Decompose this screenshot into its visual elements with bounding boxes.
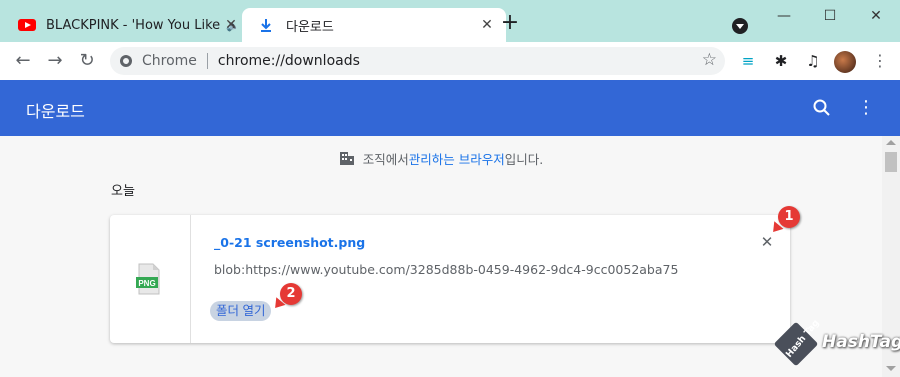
tab-downloads[interactable]: 다운로드 ✕ [242, 8, 506, 42]
chrome-chip: Chrome [142, 53, 197, 69]
site-info-icon[interactable] [120, 55, 132, 67]
chrome-menu-button[interactable]: ⋮ [870, 51, 890, 71]
tab-search-icon[interactable] [732, 18, 748, 34]
png-file-icon: PNG [136, 263, 160, 295]
close-window-button[interactable]: ✕ [862, 6, 890, 26]
download-icon [261, 19, 271, 32]
forward-button[interactable]: → [44, 50, 66, 72]
tab-youtube[interactable]: BLACKPINK - 'How You Like 🔈 ✕ [10, 8, 250, 42]
building-icon [339, 152, 354, 165]
reload-button[interactable]: ↻ [76, 50, 98, 72]
file-icon-area: PNG [110, 215, 191, 343]
managed-notice: 조직에서 관리하는 브라우저 입니다. [0, 148, 882, 168]
back-button[interactable]: ← [12, 50, 34, 72]
downloads-header: 다운로드 ⋮ [0, 80, 900, 136]
filter-icon[interactable]: ≡ [738, 51, 758, 71]
minimize-button[interactable]: — [770, 6, 798, 26]
download-item: PNG _0-21 screenshot.png blob:https://ww… [110, 215, 790, 343]
managed-link[interactable]: 관리하는 브라우저 [409, 149, 505, 168]
file-type-label: PNG [138, 279, 155, 288]
callout-badge-1: 1 [778, 206, 800, 228]
youtube-icon [18, 19, 36, 31]
scroll-up-arrow[interactable] [886, 140, 896, 145]
managed-suffix: 입니다. [504, 151, 544, 167]
file-source-url[interactable]: blob:https://www.youtube.com/3285d88b-04… [214, 262, 678, 277]
toolbar: ← → ↻ Chrome chrome://downloads ☆ ≡ ✱ ♫ … [0, 42, 900, 80]
date-group-label: 오늘 [111, 184, 135, 199]
watermark-text: HashTag [822, 332, 900, 352]
new-tab-button[interactable]: + [498, 12, 522, 36]
open-folder-button[interactable]: 폴더 열기 [210, 301, 272, 321]
url-text[interactable]: chrome://downloads [218, 53, 360, 69]
puzzle-icon[interactable]: ✱ [771, 51, 791, 71]
tab-close-button[interactable]: ✕ [478, 16, 496, 34]
avatar[interactable] [834, 51, 856, 73]
media-icon[interactable]: ♫ [803, 51, 823, 71]
managed-prefix: 조직에서 [362, 151, 409, 167]
scroll-thumb[interactable] [885, 152, 897, 172]
tab-close-button[interactable]: ✕ [222, 16, 240, 34]
more-menu-button[interactable]: ⋮ [856, 96, 876, 120]
remove-download-button[interactable]: ✕ [760, 235, 774, 250]
search-icon[interactable] [810, 96, 834, 120]
bookmark-star-icon[interactable]: ☆ [702, 50, 717, 70]
address-bar[interactable]: Chrome chrome://downloads ☆ [110, 47, 725, 75]
tab-title: BLACKPINK - 'How You Like [46, 17, 221, 33]
divider [206, 53, 208, 69]
file-name-link[interactable]: _0-21 screenshot.png [214, 235, 365, 250]
callout-badge-2: 2 [280, 283, 302, 305]
tab-title: 다운로드 [286, 19, 334, 35]
maximize-button[interactable]: ☐ [816, 6, 844, 26]
page-title: 다운로드 [26, 102, 85, 121]
tab-strip: BLACKPINK - 'How You Like 🔈 ✕ 다운로드 ✕ + —… [0, 0, 900, 42]
hashtag-watermark: Hash Tag HashTag [773, 318, 900, 370]
